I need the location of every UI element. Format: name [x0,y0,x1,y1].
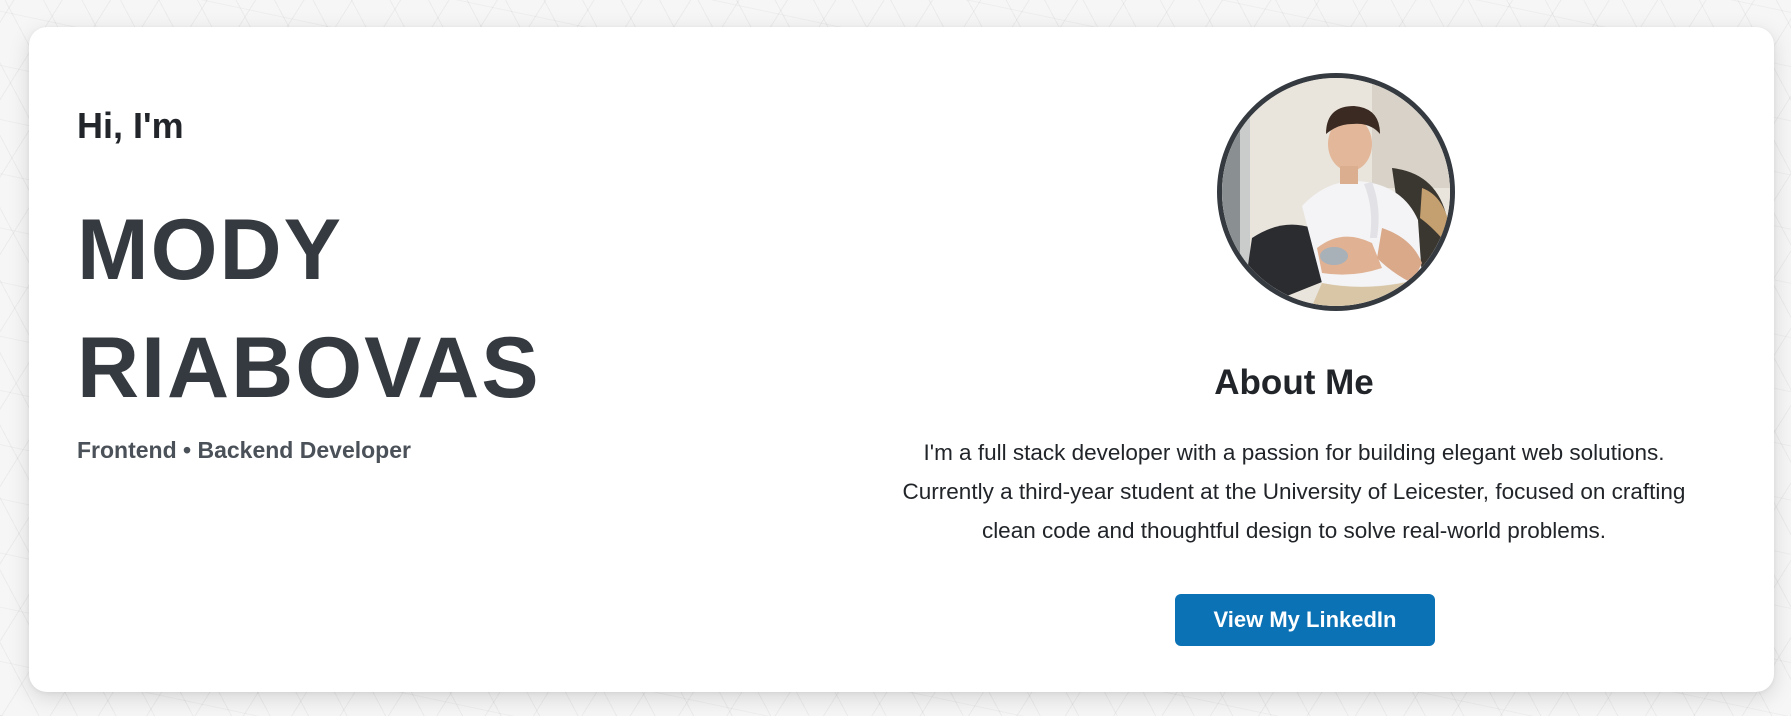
about-line: clean code and thoughtful design to solv… [981,518,1607,543]
profile-photo [1217,73,1455,311]
intro-section: Hi, I'm MODY RIABOVAS Frontend • Backend… [77,27,837,692]
about-section: About Me I'm a full stack developer with… [859,27,1729,692]
role-subtitle: Frontend • Backend Developer [77,437,411,463]
name-first: MODY [77,202,343,298]
about-line: I'm a full stack developer with a passio… [923,440,1665,465]
hero-card: Hi, I'm MODY RIABOVAS Frontend • Backend… [29,27,1774,692]
greeting: Hi, I'm [77,105,184,146]
about-paragraph: I'm a full stack developer with a passio… [859,433,1729,550]
about-title: About Me [1214,363,1374,402]
name-last: RIABOVAS [77,320,541,416]
name-heading: MODY RIABOVAS [77,191,541,427]
view-linkedin-button[interactable]: View My LinkedIn [1175,594,1435,646]
about-line: Currently a third-year student at the Un… [902,479,1686,504]
